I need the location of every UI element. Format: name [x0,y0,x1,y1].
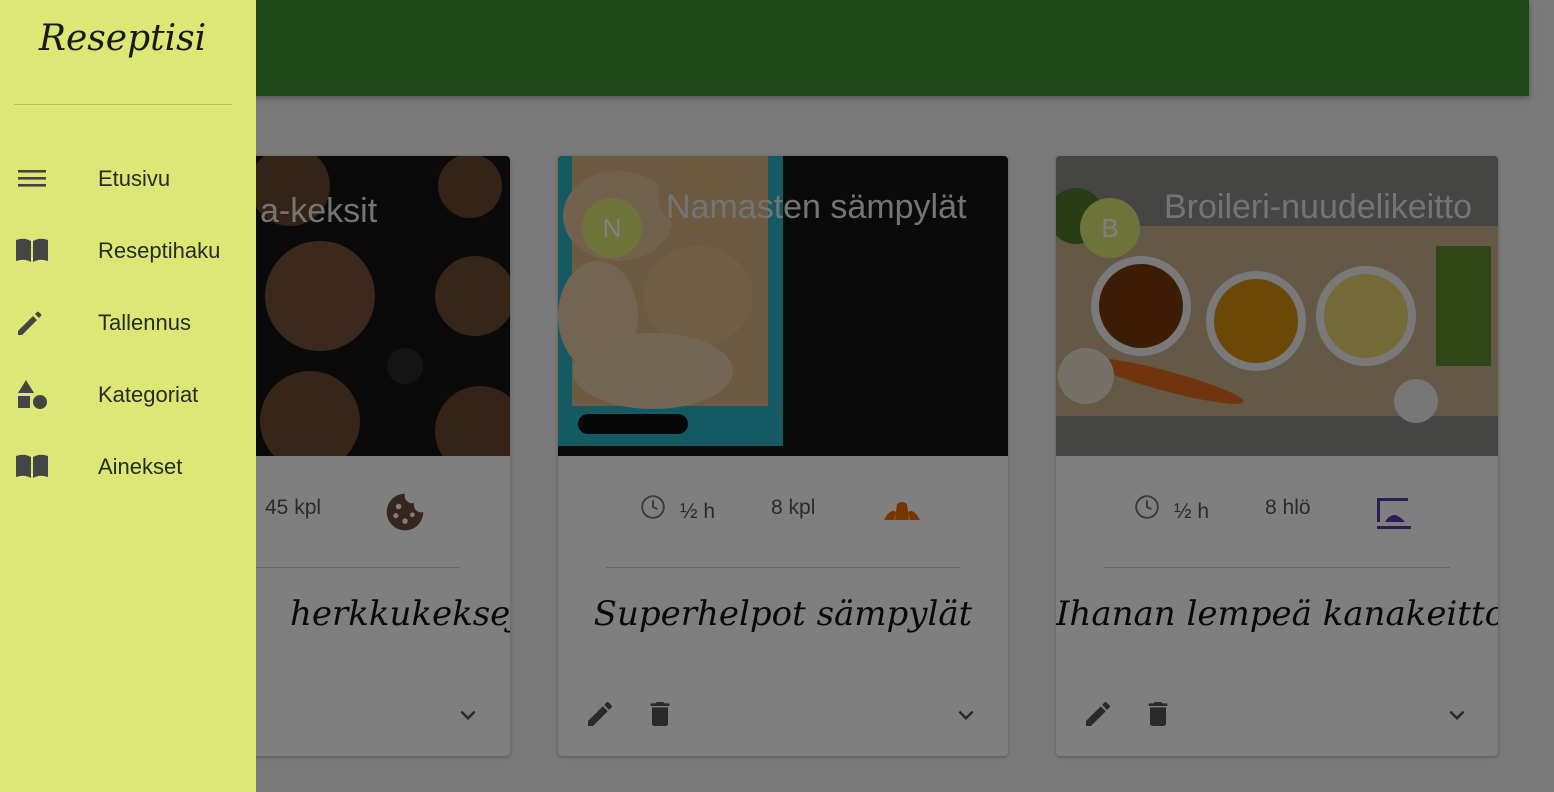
navigation-drawer: Reseptisi Etusivu Reseptihaku Tallennus … [0,0,256,792]
nav-label: Tallennus [98,310,191,335]
nav-label: Kategoriat [98,382,199,407]
nav-label: Reseptihaku [98,238,221,263]
nav-item-etusivu[interactable]: Etusivu [0,150,256,206]
shapes-icon [14,378,50,410]
drawer-divider [14,104,232,105]
pencil-icon [14,306,50,338]
nav-label: Etusivu [98,166,171,191]
nav-label: Ainekset [98,454,183,479]
nav-item-tallennus[interactable]: Tallennus [0,294,256,350]
nav-item-ainekset[interactable]: Ainekset [0,438,256,494]
app-logo: Reseptisi [38,18,207,59]
nav-item-kategoriat[interactable]: Kategoriat [0,366,256,422]
menu-icon [14,162,50,194]
nav-item-reseptihaku[interactable]: Reseptihaku [0,222,256,278]
book-open-icon [14,234,50,266]
book-open-icon [14,450,50,482]
